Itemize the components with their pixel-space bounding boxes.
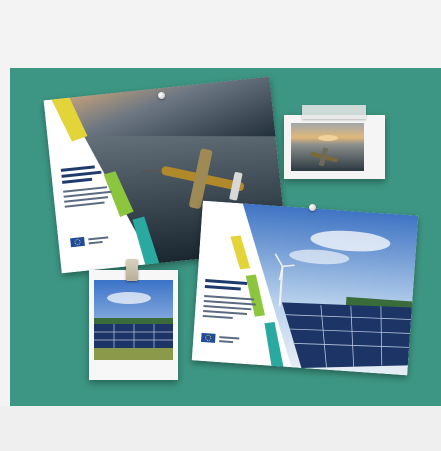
photo-card-sunset (284, 115, 385, 179)
push-pin-icon-2 (309, 204, 316, 211)
solar-brochure-image (191, 200, 419, 376)
bottom-strip (0, 406, 441, 451)
polaroid-card-solar (89, 270, 178, 380)
tape-icon (302, 105, 366, 119)
solar-polaroid-photo (89, 270, 178, 380)
push-pin-icon (158, 92, 165, 99)
brochure-card-solar (191, 200, 419, 376)
sunset-drone-photo (284, 115, 385, 179)
binder-clip-icon (126, 259, 138, 281)
